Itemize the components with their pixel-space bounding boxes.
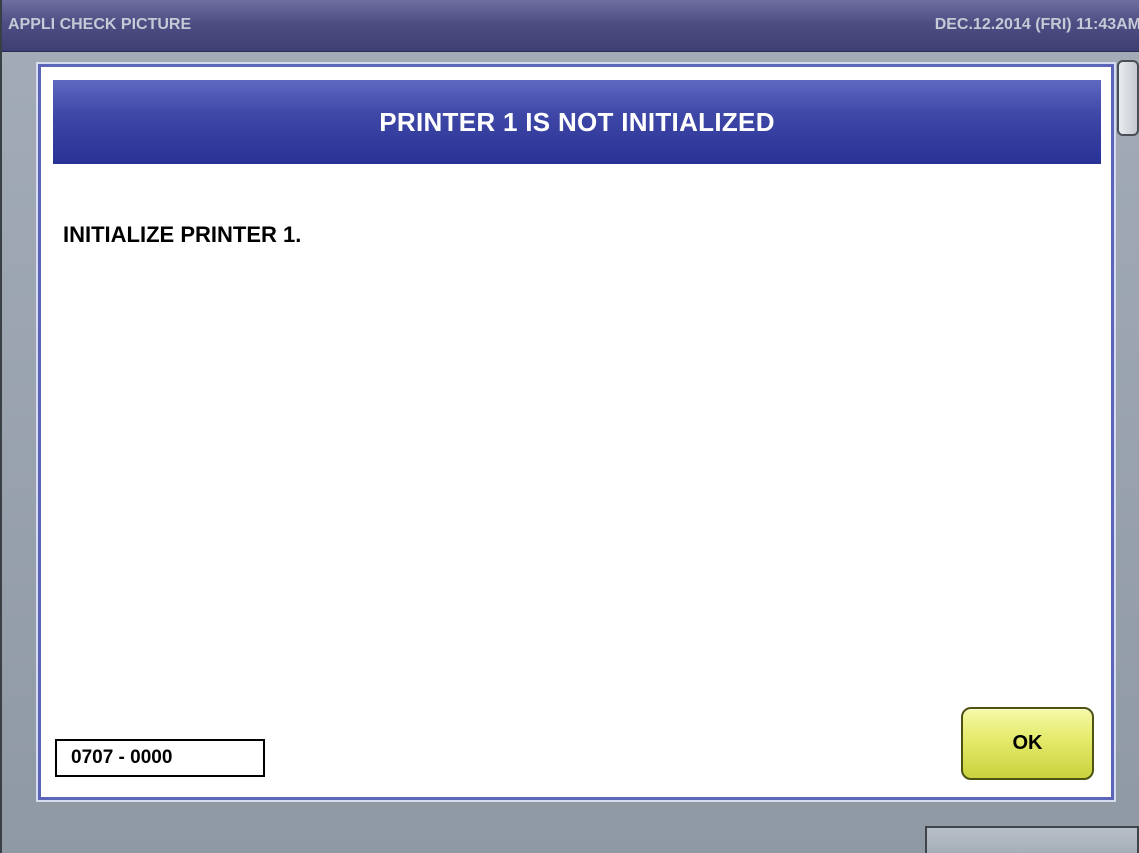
error-dialog: PRINTER 1 IS NOT INITIALIZED INITIALIZE … xyxy=(38,64,1114,800)
error-code-box: 0707 - 0000 xyxy=(55,739,265,777)
ok-button-label: OK xyxy=(1012,732,1043,754)
ok-button[interactable]: OK xyxy=(961,707,1094,780)
app-title: APPLI CHECK PICTURE xyxy=(8,16,192,33)
bottom-panel xyxy=(925,826,1139,853)
dialog-header: PRINTER 1 IS NOT INITIALIZED xyxy=(53,80,1101,164)
title-bar: APPLI CHECK PICTURE DEC.12.2014 (FRI) 11… xyxy=(2,0,1139,52)
dialog-message: INITIALIZE PRINTER 1. xyxy=(63,222,302,247)
scrollbar-thumb[interactable] xyxy=(1117,60,1139,136)
app-screen: APPLI CHECK PICTURE DEC.12.2014 (FRI) 11… xyxy=(0,0,1139,853)
dialog-title: PRINTER 1 IS NOT INITIALIZED xyxy=(379,106,775,137)
error-code: 0707 - 0000 xyxy=(71,747,173,768)
date-time: DEC.12.2014 (FRI) 11:43AM xyxy=(934,16,1139,33)
